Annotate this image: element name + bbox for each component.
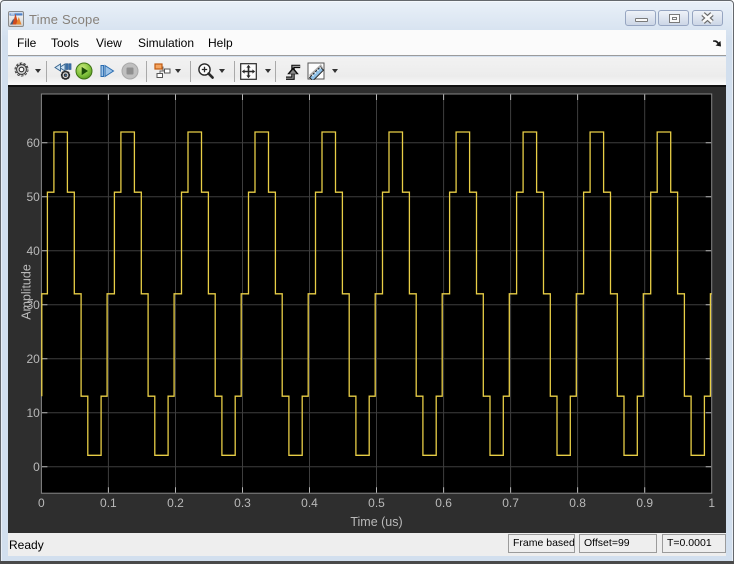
svg-text:0.2: 0.2 bbox=[167, 496, 184, 510]
svg-text:0.7: 0.7 bbox=[502, 496, 519, 510]
svg-text:0.9: 0.9 bbox=[636, 496, 653, 510]
svg-text:1: 1 bbox=[708, 496, 715, 510]
svg-text:Time (us): Time (us) bbox=[350, 515, 402, 529]
svg-text:20: 20 bbox=[26, 352, 40, 366]
svg-text:40: 40 bbox=[26, 244, 40, 258]
svg-text:0.4: 0.4 bbox=[301, 496, 318, 510]
svg-text:50: 50 bbox=[26, 190, 40, 204]
svg-text:60: 60 bbox=[26, 136, 40, 150]
svg-text:0.1: 0.1 bbox=[100, 496, 117, 510]
svg-text:Amplitude: Amplitude bbox=[20, 264, 34, 320]
svg-text:0.5: 0.5 bbox=[368, 496, 385, 510]
svg-text:0.3: 0.3 bbox=[234, 496, 251, 510]
svg-text:10: 10 bbox=[26, 406, 40, 420]
svg-text:0.6: 0.6 bbox=[435, 496, 452, 510]
svg-text:0.8: 0.8 bbox=[569, 496, 586, 510]
svg-text:0: 0 bbox=[33, 460, 40, 474]
svg-text:0: 0 bbox=[38, 496, 45, 510]
